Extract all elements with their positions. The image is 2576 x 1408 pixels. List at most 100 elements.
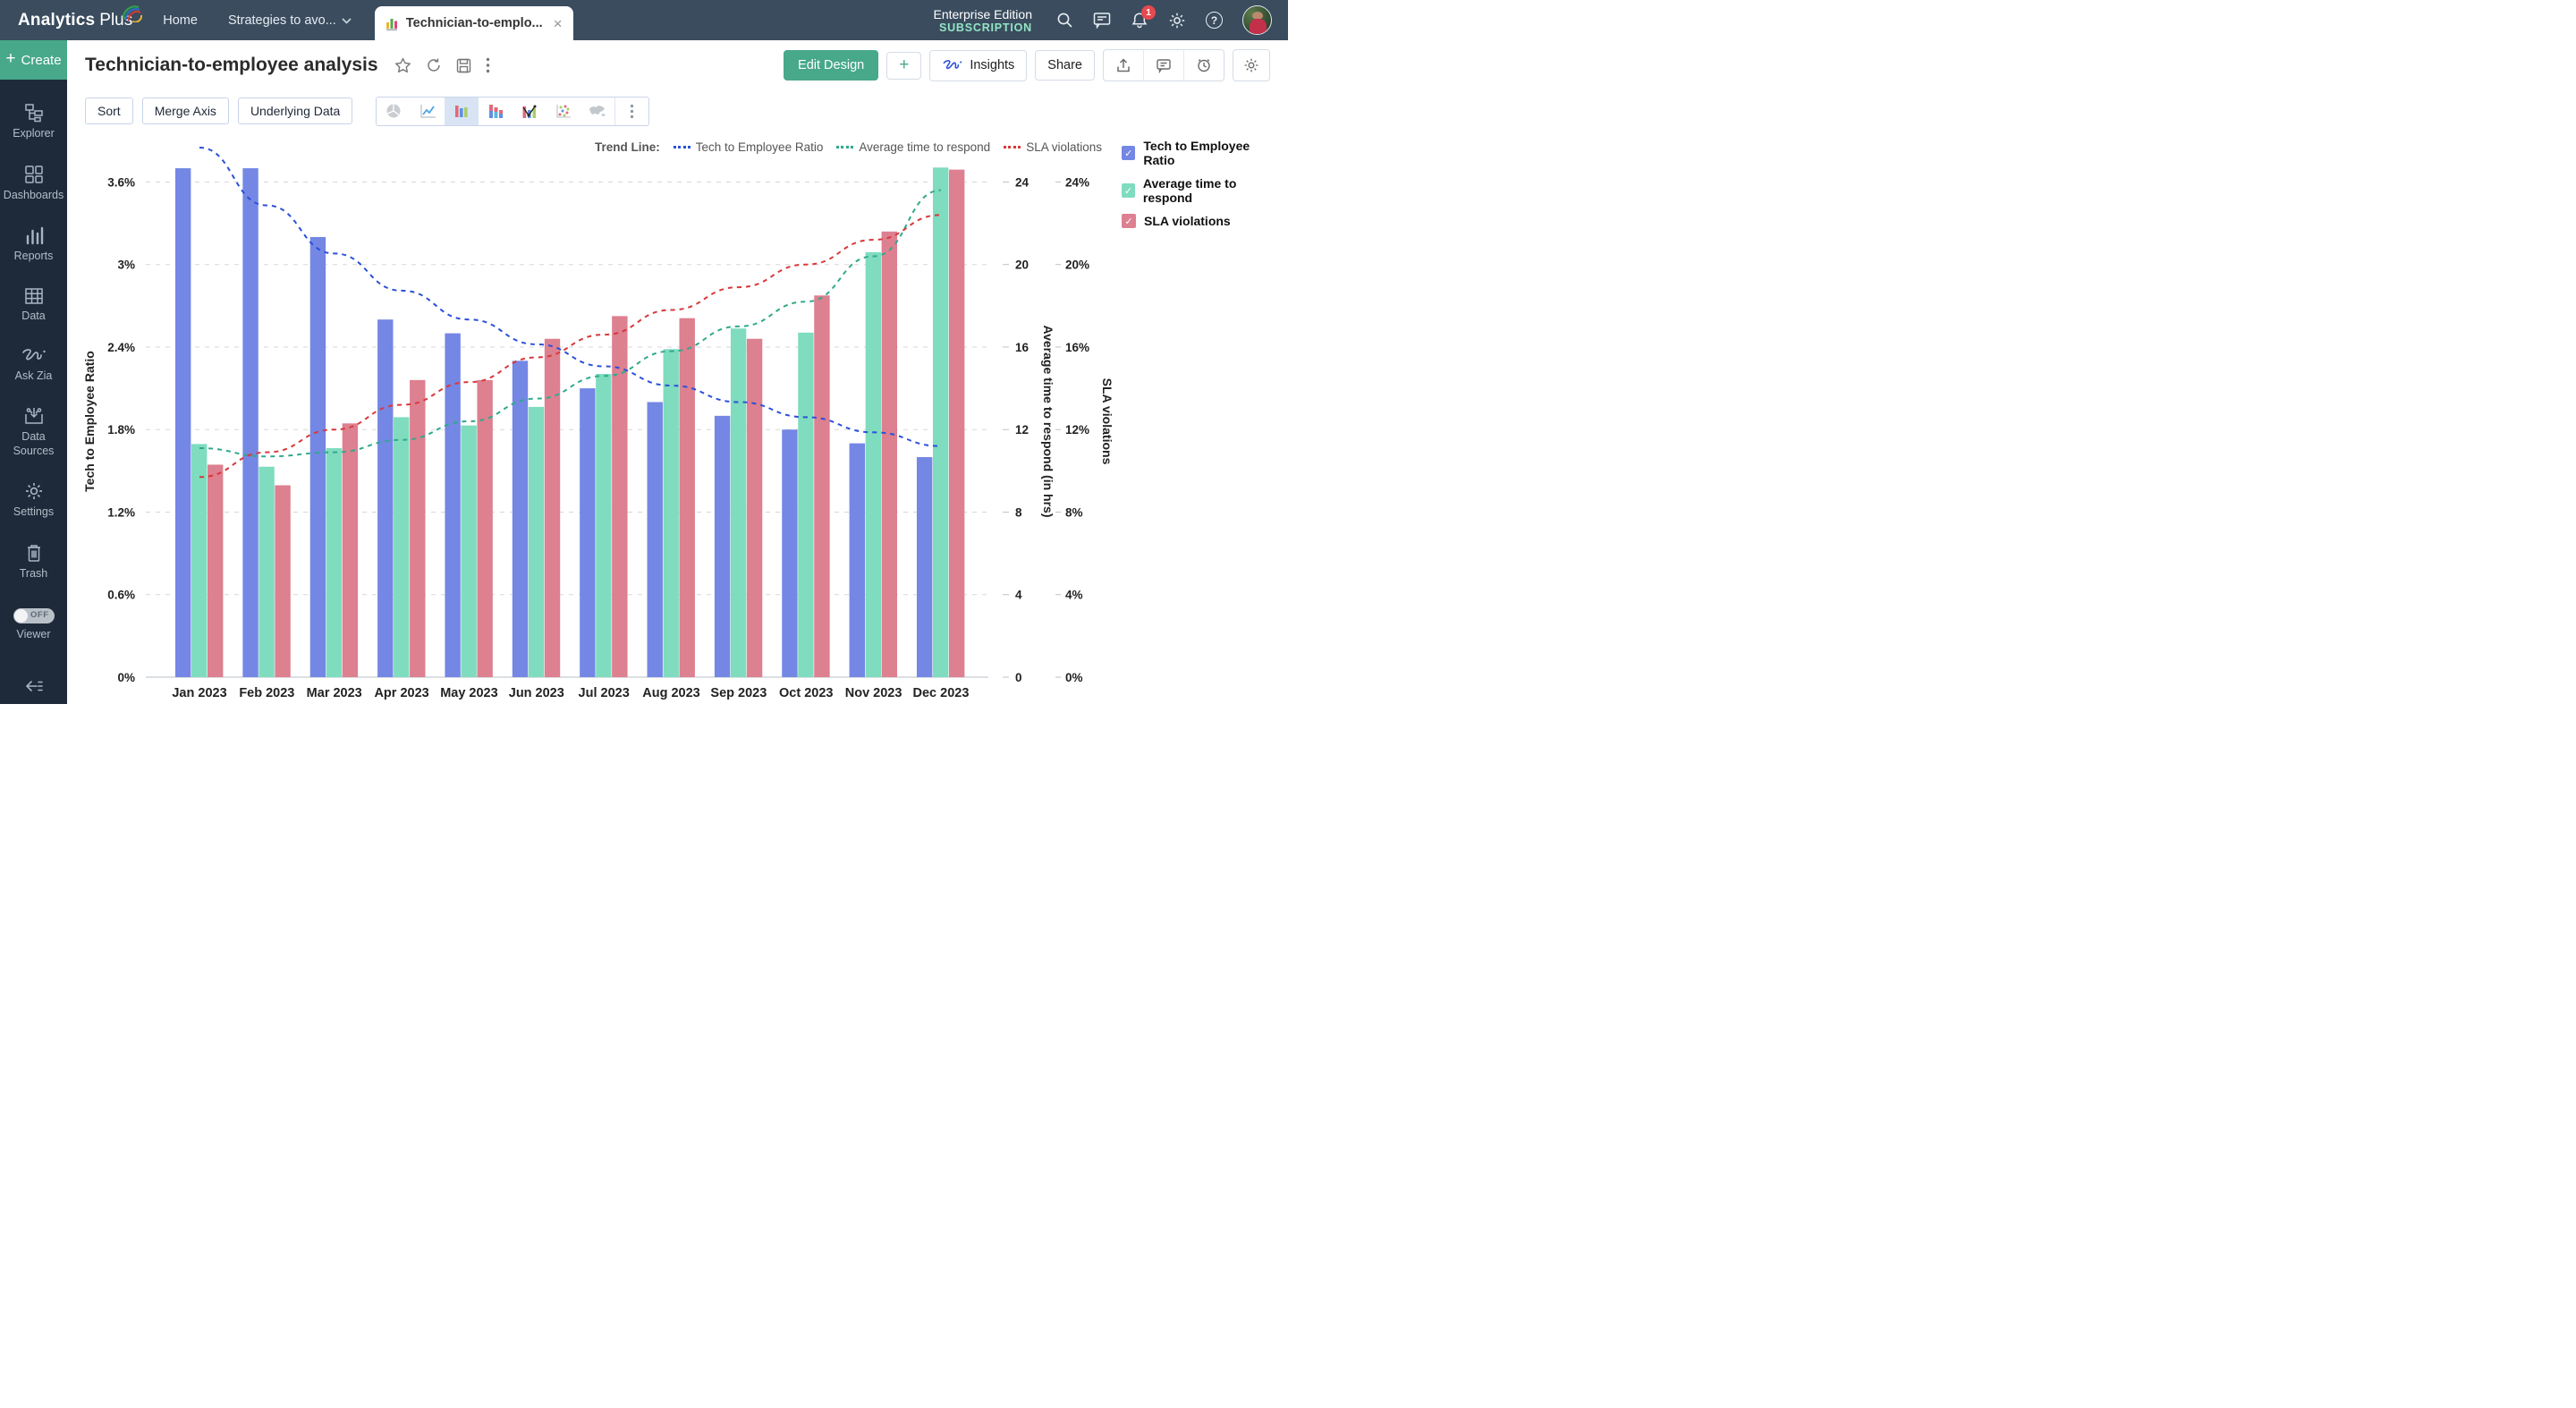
sort-button[interactable]: Sort <box>85 98 133 124</box>
bar-tech-to-employee-ratio-10[interactable] <box>850 444 865 677</box>
sidebar-item-data-sources[interactable]: Data Sources <box>0 406 67 458</box>
legend-item-average-time-to-respond[interactable]: ✓ Average time to respond <box>1122 176 1279 205</box>
create-button[interactable]: + Create <box>0 40 67 80</box>
settings-gear-icon[interactable] <box>1168 12 1186 30</box>
bar-average-time-to-respond-8[interactable] <box>731 328 746 677</box>
bar-sla-violations-10[interactable] <box>882 232 897 677</box>
bar-tech-to-employee-ratio-1[interactable] <box>242 168 258 677</box>
bar-sla-violations-4[interactable] <box>477 380 492 677</box>
bar-average-time-to-respond-2[interactable] <box>326 448 342 677</box>
bar-average-time-to-respond-1[interactable] <box>258 467 274 677</box>
bar-average-time-to-respond-5[interactable] <box>529 407 544 677</box>
create-label: Create <box>21 53 62 68</box>
underlying-data-button[interactable]: Underlying Data <box>238 98 352 124</box>
right-axis1-tick: 4 <box>1015 589 1022 602</box>
favorite-star-icon[interactable] <box>394 57 411 73</box>
bar-sla-violations-9[interactable] <box>814 295 829 677</box>
bar-average-time-to-respond-9[interactable] <box>798 333 813 677</box>
pie-chart-icon[interactable] <box>377 98 411 125</box>
sidebar-item-data[interactable]: Data <box>0 287 67 324</box>
zia-insights-icon <box>942 58 963 73</box>
alerts-clock-icon[interactable] <box>1183 50 1224 81</box>
bar-chart-icon[interactable] <box>445 98 479 125</box>
refresh-icon[interactable] <box>426 57 442 73</box>
line-chart-icon[interactable] <box>411 98 445 125</box>
app-window: Analytics Plus Home Strategies to avo... <box>0 0 1288 704</box>
share-button[interactable]: Share <box>1035 50 1095 81</box>
trash-icon <box>25 543 43 563</box>
legend-item-tech-to-employee-ratio[interactable]: ✓ Tech to Employee Ratio <box>1122 139 1279 167</box>
sidebar-item-settings[interactable]: Settings <box>0 481 67 520</box>
nav-workspace-dropdown[interactable]: Strategies to avo... <box>228 13 352 28</box>
sidebar-item-reports[interactable]: Reports <box>0 225 67 264</box>
merge-axis-button[interactable]: Merge Axis <box>142 98 229 124</box>
bar-tech-to-employee-ratio-2[interactable] <box>310 237 326 677</box>
bar-tech-to-employee-ratio-9[interactable] <box>782 429 797 677</box>
feedback-icon[interactable] <box>1093 12 1111 30</box>
bar-tech-to-employee-ratio-6[interactable] <box>580 388 595 677</box>
bar-average-time-to-respond-6[interactable] <box>596 374 611 677</box>
bar-average-time-to-respond-10[interactable] <box>866 252 881 677</box>
right-axis2-tick: 24% <box>1065 175 1089 189</box>
more-options-kebab-icon[interactable] <box>486 57 490 73</box>
bar-sla-violations-7[interactable] <box>680 318 695 677</box>
sidebar-item-explorer[interactable]: Explorer <box>0 103 67 141</box>
viewer-toggle[interactable]: OFF <box>13 608 55 623</box>
bar-sla-violations-8[interactable] <box>747 339 762 677</box>
report-settings-button[interactable] <box>1233 49 1270 81</box>
bar-average-time-to-respond-4[interactable] <box>461 426 476 677</box>
sidebar-item-label: Ask Zia <box>15 369 53 384</box>
analytics-plus-logo[interactable]: Analytics Plus <box>18 11 132 30</box>
bar-sla-violations-0[interactable] <box>208 464 223 677</box>
sidebar-item-ask-zia[interactable]: Ask Zia <box>0 347 67 384</box>
sidebar-item-trash[interactable]: Trash <box>0 543 67 581</box>
zia-insights-button[interactable]: Insights <box>929 50 1027 81</box>
bar-tech-to-employee-ratio-3[interactable] <box>377 319 393 677</box>
tab-close-icon[interactable]: × <box>554 16 563 31</box>
right-axis2-tick: 12% <box>1065 423 1089 437</box>
edit-design-button[interactable]: Edit Design <box>784 50 878 81</box>
bar-sla-violations-3[interactable] <box>410 380 425 677</box>
avatar[interactable] <box>1242 5 1272 35</box>
comments-icon[interactable] <box>1143 50 1183 81</box>
scatter-chart-icon[interactable] <box>547 98 580 125</box>
sidebar-item-label: Data Sources <box>0 430 67 458</box>
stacked-bar-chart-icon[interactable] <box>479 98 513 125</box>
bar-average-time-to-respond-0[interactable] <box>191 444 207 677</box>
sidebar-item-label: Reports <box>14 250 54 264</box>
tab-technician-to-employee[interactable]: Technician-to-emplo... × <box>375 6 573 40</box>
nav-home[interactable]: Home <box>163 13 198 28</box>
bar-sla-violations-2[interactable] <box>343 423 358 677</box>
bar-sla-violations-1[interactable] <box>275 486 290 678</box>
map-chart-icon[interactable] <box>580 98 614 125</box>
bar-tech-to-employee-ratio-5[interactable] <box>513 360 528 677</box>
save-icon[interactable] <box>456 58 471 73</box>
bar-tech-to-employee-ratio-4[interactable] <box>445 334 460 677</box>
bar-tech-to-employee-ratio-8[interactable] <box>715 416 730 677</box>
page-title: Technician-to-employee analysis <box>85 55 378 76</box>
x-axis-label: Jun 2023 <box>509 686 564 700</box>
legend-item-sla-violations[interactable]: ✓ SLA violations <box>1122 214 1279 228</box>
bar-tech-to-employee-ratio-11[interactable] <box>917 457 932 677</box>
help-icon[interactable]: ? <box>1206 12 1223 29</box>
search-icon[interactable] <box>1055 12 1073 30</box>
bar-tech-to-employee-ratio-0[interactable] <box>175 168 191 677</box>
report-header: Technician-to-employee analysis <box>67 40 1288 90</box>
bar-average-time-to-respond-3[interactable] <box>394 417 409 677</box>
notifications-bell-icon[interactable]: 1 <box>1131 12 1148 30</box>
chevron-down-icon <box>342 18 352 24</box>
bar-average-time-to-respond-7[interactable] <box>664 349 679 677</box>
combo-chart-icon[interactable] <box>513 98 547 125</box>
export-icon[interactable] <box>1104 50 1143 81</box>
collapse-sidebar-button[interactable] <box>0 679 67 693</box>
left-axis-title: Tech to Employee Ratio <box>82 351 97 492</box>
sidebar-item-dashboards[interactable]: Dashboards <box>0 165 67 203</box>
add-report-button[interactable]: + <box>886 52 921 80</box>
right-axis2-tick: 8% <box>1065 505 1083 519</box>
x-axis-label: Mar 2023 <box>307 686 362 700</box>
bar-tech-to-employee-ratio-7[interactable] <box>648 402 663 677</box>
more-chart-types-icon[interactable] <box>614 98 648 125</box>
bar-sla-violations-5[interactable] <box>545 339 560 677</box>
bar-average-time-to-respond-11[interactable] <box>933 167 948 677</box>
bar-sla-violations-11[interactable] <box>949 170 964 677</box>
